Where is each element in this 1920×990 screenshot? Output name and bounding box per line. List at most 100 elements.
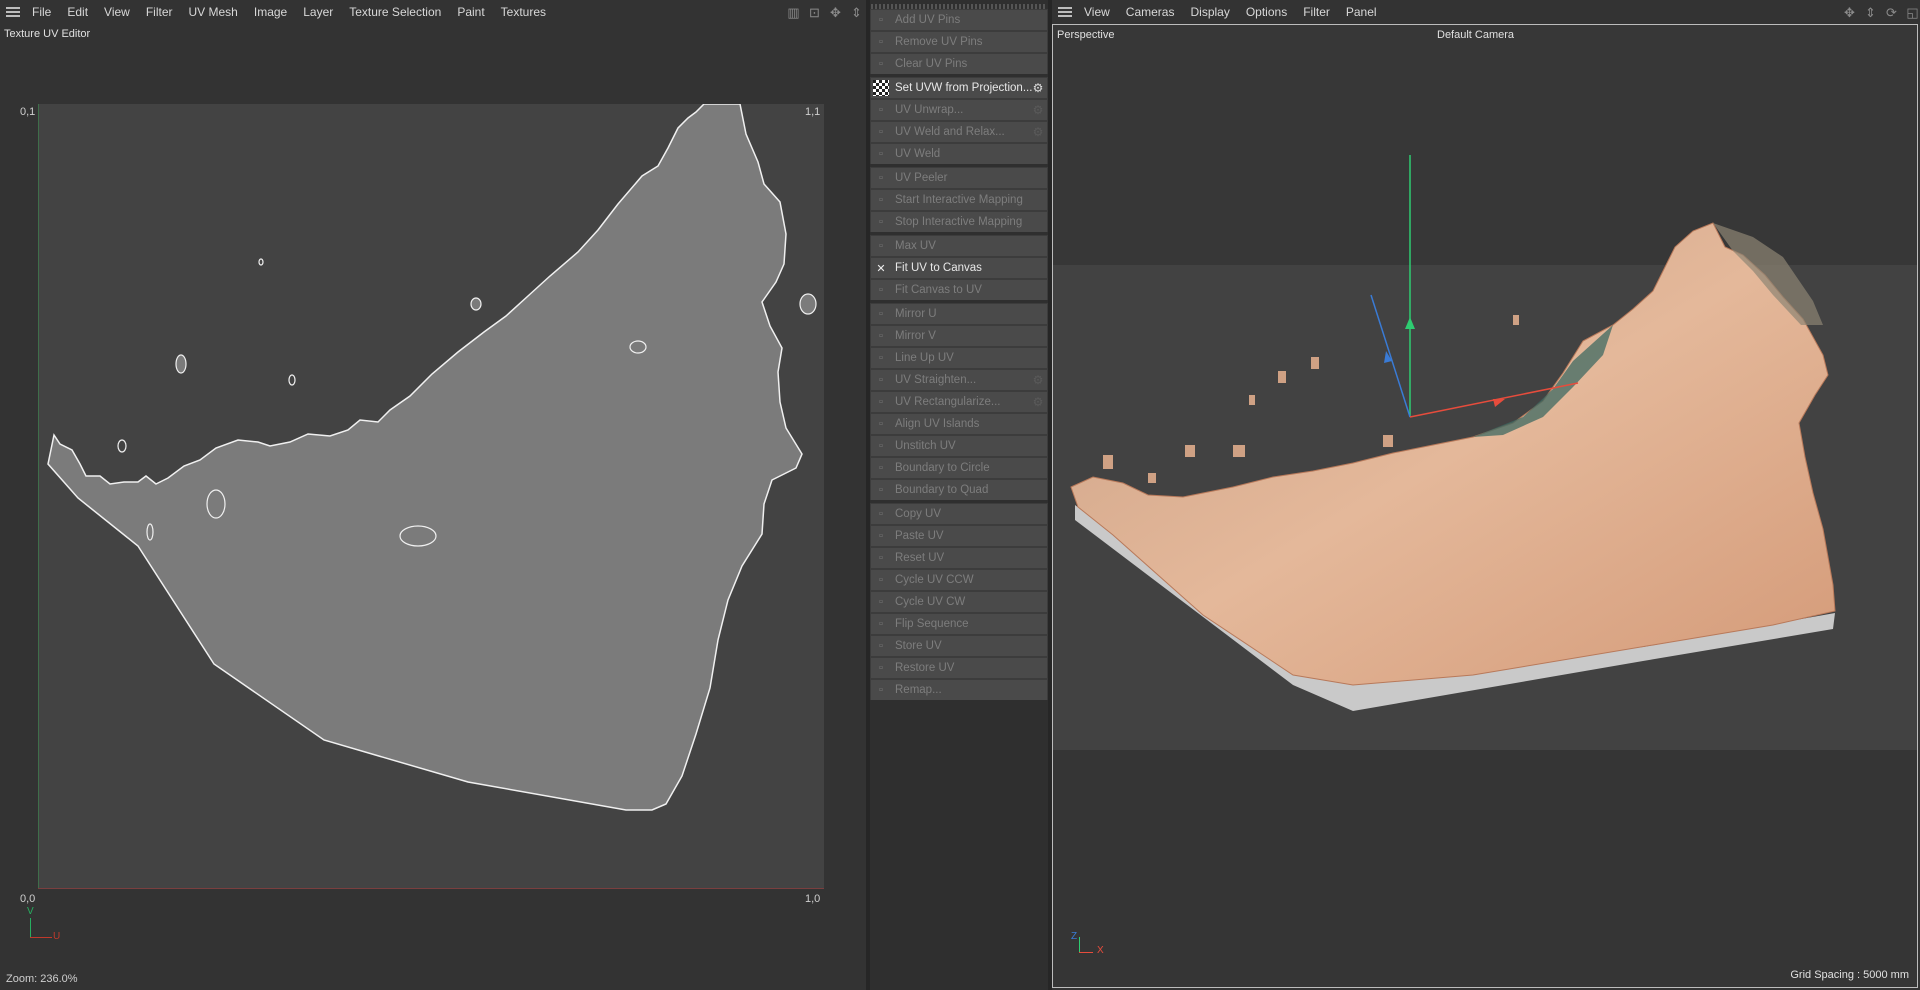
terrain-island: [1148, 473, 1156, 483]
viewport-canvas[interactable]: Perspective Default Camera Z X Grid Spac…: [1052, 24, 1918, 988]
menu-panel[interactable]: Panel: [1338, 5, 1385, 19]
menu-layer[interactable]: Layer: [295, 5, 341, 19]
hamburger-menu-icon[interactable]: [6, 7, 20, 17]
zoom-view-icon[interactable]: ⇕: [849, 5, 864, 21]
viewport-camera-label[interactable]: Default Camera: [1437, 29, 1514, 41]
command-label: Mirror V: [895, 330, 936, 342]
zoom-view-icon[interactable]: ⇕: [1863, 5, 1878, 21]
command-uv-peeler[interactable]: ▫ UV Peeler: [871, 168, 1047, 188]
menu-uv-mesh[interactable]: UV Mesh: [181, 5, 246, 19]
rotate-view-icon[interactable]: ⟳: [1884, 5, 1899, 21]
menu-file[interactable]: File: [24, 5, 59, 19]
move-view-icon[interactable]: ✥: [1842, 5, 1857, 21]
histogram-icon[interactable]: ▥: [786, 5, 801, 21]
unstitch-icon: ▫: [879, 440, 883, 452]
command-uv-weld[interactable]: ▫ UV Weld: [871, 144, 1047, 164]
menu-filter[interactable]: Filter: [1295, 5, 1338, 19]
menu-textures[interactable]: Textures: [493, 5, 554, 19]
menu-options[interactable]: Options: [1238, 5, 1295, 19]
restore-icon: ▫: [879, 662, 883, 674]
command-remap[interactable]: ▫ Remap...: [871, 680, 1047, 700]
weld-relax-icon: ▫: [879, 126, 883, 138]
terrain-island: [1103, 455, 1113, 469]
command-store-uv[interactable]: ▫ Store UV: [871, 636, 1047, 656]
world-axis-gizmo: Z X: [1071, 931, 1111, 961]
rectangularize-icon: ▫: [879, 396, 883, 408]
command-unstitch-uv[interactable]: ▫ Unstitch UV: [871, 436, 1047, 456]
maximize-view-icon[interactable]: ◱: [1905, 5, 1920, 21]
command-uv-unwrap[interactable]: ▫ UV Unwrap... ⚙: [871, 100, 1047, 120]
u-axis-line: [38, 888, 824, 889]
command-reset-uv[interactable]: ▫ Reset UV: [871, 548, 1047, 568]
command-label: Mirror U: [895, 308, 937, 320]
terrain-model[interactable]: [1053, 25, 1918, 988]
command-label: Add UV Pins: [895, 14, 961, 26]
menu-edit[interactable]: Edit: [59, 5, 96, 19]
lock-icon[interactable]: ⊡: [807, 5, 822, 21]
unwrap-icon: ▫: [879, 104, 883, 116]
pin-clear-icon: ▫: [879, 58, 883, 70]
command-flip-sequence[interactable]: ▫ Flip Sequence: [871, 614, 1047, 634]
menu-display[interactable]: Display: [1182, 5, 1237, 19]
command-uv-straighten[interactable]: ▫ UV Straighten... ⚙: [871, 370, 1047, 390]
command-cycle-uv-ccw[interactable]: ▫ Cycle UV CCW: [871, 570, 1047, 590]
command-cycle-uv-cw[interactable]: ▫ Cycle UV CW: [871, 592, 1047, 612]
viewport-projection-label[interactable]: Perspective: [1057, 29, 1114, 41]
uv-country-shape: [47, 104, 803, 811]
gear-icon[interactable]: ⚙: [1031, 125, 1045, 139]
flip-sequence-icon: ▫: [879, 618, 883, 630]
menu-view[interactable]: View: [96, 5, 138, 19]
command-copy-uv[interactable]: ▫ Copy UV: [871, 504, 1047, 524]
remap-icon: ▫: [879, 684, 883, 696]
hamburger-menu-icon[interactable]: [1058, 7, 1072, 17]
gear-icon[interactable]: ⚙: [1031, 373, 1045, 387]
menu-cameras[interactable]: Cameras: [1118, 5, 1183, 19]
uv-island: [206, 489, 226, 519]
paste-icon: ▫: [879, 530, 883, 542]
uv-canvas[interactable]: [38, 104, 824, 889]
terrain-island: [1311, 357, 1319, 369]
command-restore-uv[interactable]: ▫ Restore UV: [871, 658, 1047, 678]
gear-icon[interactable]: ⚙: [1031, 81, 1045, 95]
uv-axis-gizmo: V U: [24, 906, 64, 942]
menu-image[interactable]: Image: [246, 5, 295, 19]
command-line-up-uv[interactable]: ▫ Line Up UV: [871, 348, 1047, 368]
menu-view[interactable]: View: [1076, 5, 1118, 19]
command-mirror-v[interactable]: ▫ Mirror V: [871, 326, 1047, 346]
move-view-icon[interactable]: ✥: [828, 5, 843, 21]
command-uv-weld-and-relax[interactable]: ▫ UV Weld and Relax... ⚙: [871, 122, 1047, 142]
uv-island: [470, 297, 482, 311]
command-fit-canvas-to-uv[interactable]: ▫ Fit Canvas to UV: [871, 280, 1047, 300]
command-set-uvw-from-projection[interactable]: Set UVW from Projection... ⚙: [871, 78, 1047, 98]
mapping-start-icon: ▫: [879, 194, 883, 206]
gear-icon[interactable]: ⚙: [1031, 395, 1045, 409]
command-stop-interactive-mapping[interactable]: ▫ Stop Interactive Mapping: [871, 212, 1047, 232]
uv-island-shape[interactable]: [38, 104, 824, 889]
command-boundary-to-quad[interactable]: ▫ Boundary to Quad: [871, 480, 1047, 500]
terrain-island: [1185, 445, 1195, 457]
menu-texture-selection[interactable]: Texture Selection: [341, 5, 449, 19]
fit-canvas-icon: ▫: [879, 284, 883, 296]
command-label: Boundary to Quad: [895, 484, 989, 496]
command-remove-uv-pins[interactable]: ▫ Remove UV Pins: [871, 32, 1047, 52]
command-boundary-to-circle[interactable]: ▫ Boundary to Circle: [871, 458, 1047, 478]
gear-icon[interactable]: ⚙: [1031, 103, 1045, 117]
command-label: UV Weld and Relax...: [895, 126, 1005, 138]
command-align-uv-islands[interactable]: ▫ Align UV Islands: [871, 414, 1047, 434]
command-clear-uv-pins[interactable]: ▫ Clear UV Pins: [871, 54, 1047, 74]
command-start-interactive-mapping[interactable]: ▫ Start Interactive Mapping: [871, 190, 1047, 210]
peeler-icon: ▫: [879, 172, 883, 184]
terrain-island: [1513, 315, 1519, 325]
menu-paint[interactable]: Paint: [449, 5, 492, 19]
command-mirror-u[interactable]: ▫ Mirror U: [871, 304, 1047, 324]
command-uv-rectangularize[interactable]: ▫ UV Rectangularize... ⚙: [871, 392, 1047, 412]
command-label: Copy UV: [895, 508, 942, 520]
uv-island: [399, 525, 437, 547]
command-max-uv[interactable]: ▫ Max UV: [871, 236, 1047, 256]
menu-filter[interactable]: Filter: [138, 5, 181, 19]
command-paste-uv[interactable]: ▫ Paste UV: [871, 526, 1047, 546]
command-fit-uv-to-canvas[interactable]: ✕ Fit UV to Canvas: [871, 258, 1047, 278]
command-label: Boundary to Circle: [895, 462, 990, 474]
z-axis-arm: [1079, 937, 1080, 953]
command-add-uv-pins[interactable]: ▫ Add UV Pins: [871, 10, 1047, 30]
